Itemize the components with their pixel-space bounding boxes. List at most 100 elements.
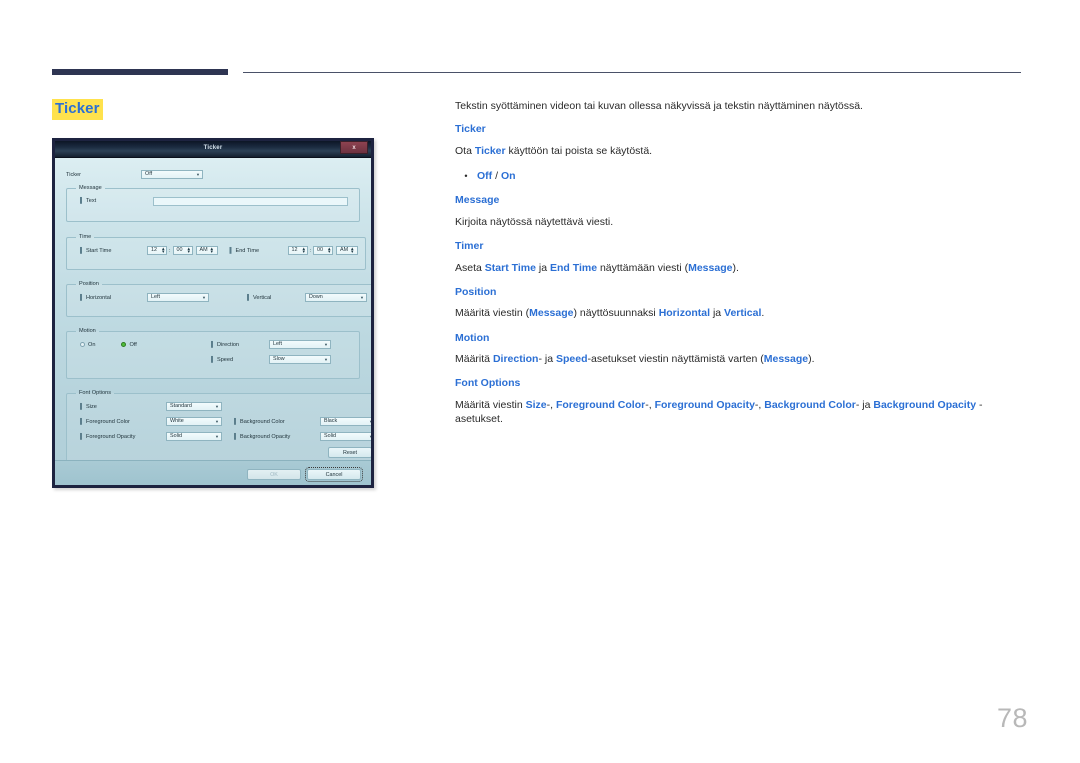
foreground-color-value: White bbox=[170, 417, 184, 424]
frag-bold: End Time bbox=[549, 261, 598, 274]
frag-bold: Vertical bbox=[724, 307, 762, 320]
chevron-down-icon: ▼ bbox=[360, 294, 364, 300]
manual-page: Ticker Ticker x Ticker Off ▼ Message ▌ T… bbox=[0, 0, 1080, 763]
horizontal-select[interactable]: Left ▼ bbox=[147, 293, 209, 302]
ticker-select-value: Off bbox=[145, 170, 153, 177]
frag: näyttämään viesti ( bbox=[597, 261, 689, 274]
start-meridiem-stepper[interactable]: AM ▴ ▾ bbox=[195, 245, 218, 255]
paragraph-ticker: Ota Ticker käyttöön tai poista se käytös… bbox=[455, 144, 1025, 158]
motion-radio-off-label: Off bbox=[129, 341, 137, 348]
frag: / bbox=[492, 169, 501, 182]
direction-select[interactable]: Left ▼ bbox=[269, 340, 331, 349]
chevron-down-icon: ▼ bbox=[369, 433, 373, 439]
ticker-dialog-screenshot: Ticker x Ticker Off ▼ Message Text bbox=[52, 138, 374, 488]
background-color-label: Background Color bbox=[234, 419, 320, 425]
direction-label: Direction bbox=[211, 342, 269, 348]
message-group-legend: Message bbox=[79, 185, 102, 191]
end-minute-stepper[interactable]: 00 ▴ ▾ bbox=[313, 246, 333, 255]
foreground-color-select[interactable]: White ▼ bbox=[166, 417, 222, 426]
start-meridiem-value: AM bbox=[199, 246, 208, 253]
speed-select-value: Slow bbox=[273, 355, 285, 362]
start-minute-value: 00 bbox=[176, 246, 183, 253]
horizontal-select-value: Left bbox=[151, 293, 160, 300]
reset-button[interactable]: Reset bbox=[328, 447, 371, 458]
speed-label: Speed bbox=[211, 357, 269, 363]
start-minute-stepper[interactable]: 00 ▴ ▾ bbox=[172, 246, 193, 255]
ticker-label: Ticker bbox=[66, 171, 82, 178]
chevron-down-icon: ▼ bbox=[369, 418, 373, 424]
frag-bold: Start Time bbox=[484, 261, 536, 274]
frag-bold: Foreground Color bbox=[555, 399, 646, 412]
stepper-arrows-icon: ▴ ▾ bbox=[162, 245, 165, 255]
foreground-opacity-select[interactable]: Solid ▼ bbox=[166, 432, 222, 441]
font-options-legend: Font Options bbox=[79, 390, 112, 396]
frag-bold: Off bbox=[477, 169, 493, 182]
paragraph-timer: Aseta Start Time ja End Time näyttämään … bbox=[455, 261, 1025, 275]
heading-position: Position bbox=[455, 285, 497, 298]
vertical-select-value: Down bbox=[309, 293, 323, 300]
heading-ticker: Ticker bbox=[455, 123, 486, 136]
frag-bold: On bbox=[500, 169, 516, 182]
bullet-off-on: • Off / On bbox=[455, 169, 1025, 183]
foreground-opacity-value: Solid bbox=[170, 432, 182, 439]
horizontal-label: Horizontal bbox=[80, 295, 147, 301]
cancel-button[interactable]: Cancel bbox=[305, 467, 363, 482]
motion-radio-on[interactable]: On bbox=[80, 342, 95, 348]
bullet-text: Off / On bbox=[477, 169, 516, 183]
chevron-down-icon: ▼ bbox=[215, 418, 219, 424]
size-select[interactable]: Standard ▼ bbox=[166, 402, 222, 411]
time-group: Time Start Time 12 ▴▾ : 00 ▴▾ bbox=[66, 234, 366, 270]
frag-bold: Background Opacity bbox=[873, 399, 977, 412]
chevron-down-icon: ▼ bbox=[202, 294, 206, 300]
motion-radio-on-label: On bbox=[88, 341, 96, 348]
header-accent-bar bbox=[52, 69, 228, 75]
frag: - ja bbox=[538, 353, 556, 366]
background-opacity-select[interactable]: Solid ▼ bbox=[320, 432, 373, 441]
chevron-down-icon: ▼ bbox=[196, 171, 200, 177]
motion-radio-off[interactable]: Off bbox=[121, 341, 137, 348]
frag: -, bbox=[754, 399, 765, 412]
dialog-titlebar: Ticker x bbox=[55, 141, 371, 158]
vertical-select[interactable]: Down ▼ bbox=[305, 293, 367, 302]
frag: Aseta bbox=[455, 261, 485, 274]
direction-select-value: Left bbox=[273, 340, 282, 347]
frag: Määritä viestin bbox=[455, 399, 526, 412]
time-colon-1: : bbox=[169, 247, 171, 254]
background-color-select[interactable]: Black ▼ bbox=[320, 417, 373, 426]
speed-select[interactable]: Slow ▼ bbox=[269, 355, 331, 364]
frag-bold: Direction bbox=[492, 353, 539, 366]
end-meridiem-stepper[interactable]: AM ▴ ▾ bbox=[336, 246, 358, 255]
frag-bold: Speed bbox=[555, 353, 588, 366]
paragraph-motion: Määritä Direction- ja Speed-asetukset vi… bbox=[455, 352, 1025, 366]
header-rule bbox=[243, 72, 1021, 73]
message-text-input[interactable] bbox=[153, 196, 348, 206]
paragraph-message: Kirjoita näytössä näytettävä viesti. bbox=[455, 215, 614, 228]
frag-bold: Message bbox=[529, 307, 574, 320]
page-number: 78 bbox=[996, 703, 1028, 733]
frag: . bbox=[761, 307, 765, 320]
heading-timer: Timer bbox=[455, 239, 484, 252]
dialog-footer: OK Cancel bbox=[55, 460, 371, 485]
ticker-select[interactable]: Off ▼ bbox=[141, 170, 203, 179]
position-group-legend: Position bbox=[79, 281, 99, 287]
start-hour-stepper[interactable]: 12 ▴ ▾ bbox=[147, 246, 167, 255]
start-hour-value: 12 bbox=[151, 246, 157, 253]
background-opacity-value: Solid bbox=[324, 432, 336, 439]
end-hour-stepper[interactable]: 12 ▴ ▾ bbox=[287, 246, 308, 255]
chevron-down-icon: ▼ bbox=[215, 403, 219, 409]
chevron-down-icon: ▼ bbox=[324, 341, 328, 347]
close-icon[interactable]: x bbox=[340, 141, 368, 154]
motion-group-legend: Motion bbox=[79, 328, 96, 334]
chevron-down-icon: ▼ bbox=[215, 433, 219, 439]
stepper-arrows-icon: ▴ ▾ bbox=[210, 245, 214, 255]
heading-motion: Motion bbox=[455, 331, 490, 344]
frag: - ja bbox=[855, 399, 874, 412]
description-column: Tekstin syöttäminen videon tai kuvan oll… bbox=[455, 99, 1025, 437]
ticker-enable-row: Ticker Off ▼ bbox=[66, 168, 360, 181]
text-label: Text bbox=[80, 198, 147, 204]
page-title: Ticker bbox=[52, 99, 103, 120]
ok-button[interactable]: OK bbox=[247, 469, 301, 480]
bullet-dot-icon: • bbox=[464, 170, 468, 181]
frag: ). bbox=[808, 353, 815, 366]
stepper-arrows-icon: ▴ ▾ bbox=[328, 245, 331, 255]
